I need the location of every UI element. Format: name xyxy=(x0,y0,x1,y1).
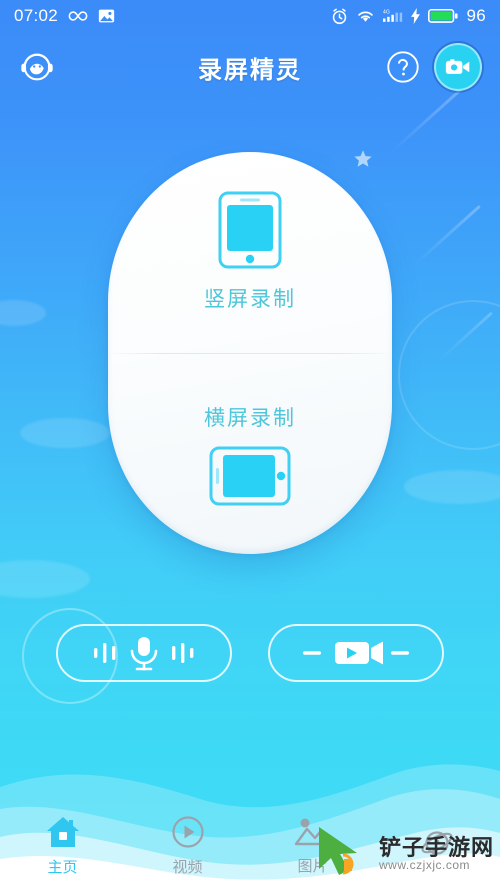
circle-outline-shape xyxy=(398,300,500,450)
nav-item-video[interactable]: 视频 xyxy=(125,815,250,877)
home-icon xyxy=(46,817,79,847)
portrait-record-label: 竖屏录制 xyxy=(204,288,296,312)
svg-text:4G: 4G xyxy=(383,10,390,16)
status-bar-right: 4G 96 xyxy=(331,6,486,26)
status-bar-left: 07:02 xyxy=(14,6,115,26)
play-circle-icon xyxy=(171,816,204,848)
nav-label-home: 主页 xyxy=(47,859,78,876)
image-mountain-icon xyxy=(294,818,331,846)
status-bar: 07:02 4G 96 xyxy=(0,0,500,32)
nav-item-discover[interactable] xyxy=(375,827,500,866)
question-mark-icon[interactable] xyxy=(386,50,420,84)
nav-label-images: 图片 xyxy=(297,858,328,875)
landscape-record-option[interactable]: 横屏录制 xyxy=(108,354,392,555)
recording-mode-card: 竖屏录制 横屏录制 xyxy=(108,152,392,554)
shooting-star-icon xyxy=(438,311,494,361)
infinity-icon xyxy=(68,11,88,21)
phone-portrait-icon xyxy=(218,191,282,269)
video-record-button[interactable] xyxy=(268,624,444,682)
signal-4g-icon: 4G xyxy=(383,10,403,22)
app-screen: 07:02 4G 96 录屏精灵 竖屏录制 横屏录制 主页 视频 图片 铲子手游… xyxy=(0,0,500,889)
status-time: 07:02 xyxy=(14,6,59,25)
nav-item-images[interactable]: 图片 xyxy=(250,816,375,876)
nav-item-home[interactable]: 主页 xyxy=(0,815,125,877)
nav-label-video: 视频 xyxy=(172,859,203,876)
header-actions xyxy=(386,43,482,91)
battery-icon xyxy=(428,8,459,23)
video-camera-icon xyxy=(445,59,470,74)
action-buttons-row xyxy=(0,624,500,682)
phone-landscape-icon xyxy=(209,446,291,506)
portrait-record-option[interactable]: 竖屏录制 xyxy=(108,152,392,353)
star-icon xyxy=(354,150,372,167)
video-record-icon xyxy=(303,641,409,665)
cloud-shape xyxy=(404,470,500,504)
start-record-button[interactable] xyxy=(434,43,482,91)
photo-icon xyxy=(98,9,115,23)
microphone-icon xyxy=(94,637,194,671)
support-button[interactable] xyxy=(18,48,56,86)
app-header: 录屏精灵 xyxy=(0,36,500,98)
planet-icon xyxy=(420,830,453,855)
battery-percent: 96 xyxy=(466,6,486,25)
cloud-shape xyxy=(0,560,90,598)
wifi-icon xyxy=(358,11,374,22)
headset-face-icon xyxy=(21,53,53,81)
shooting-star-icon xyxy=(414,204,481,265)
audio-record-button[interactable] xyxy=(56,624,232,682)
bottom-navigation: 主页 视频 图片 xyxy=(0,803,500,889)
cloud-shape xyxy=(0,300,46,326)
cloud-shape xyxy=(20,418,110,448)
landscape-record-label: 横屏录制 xyxy=(204,406,296,430)
charging-bolt-icon xyxy=(411,8,421,24)
alarm-clock-icon xyxy=(333,8,347,24)
